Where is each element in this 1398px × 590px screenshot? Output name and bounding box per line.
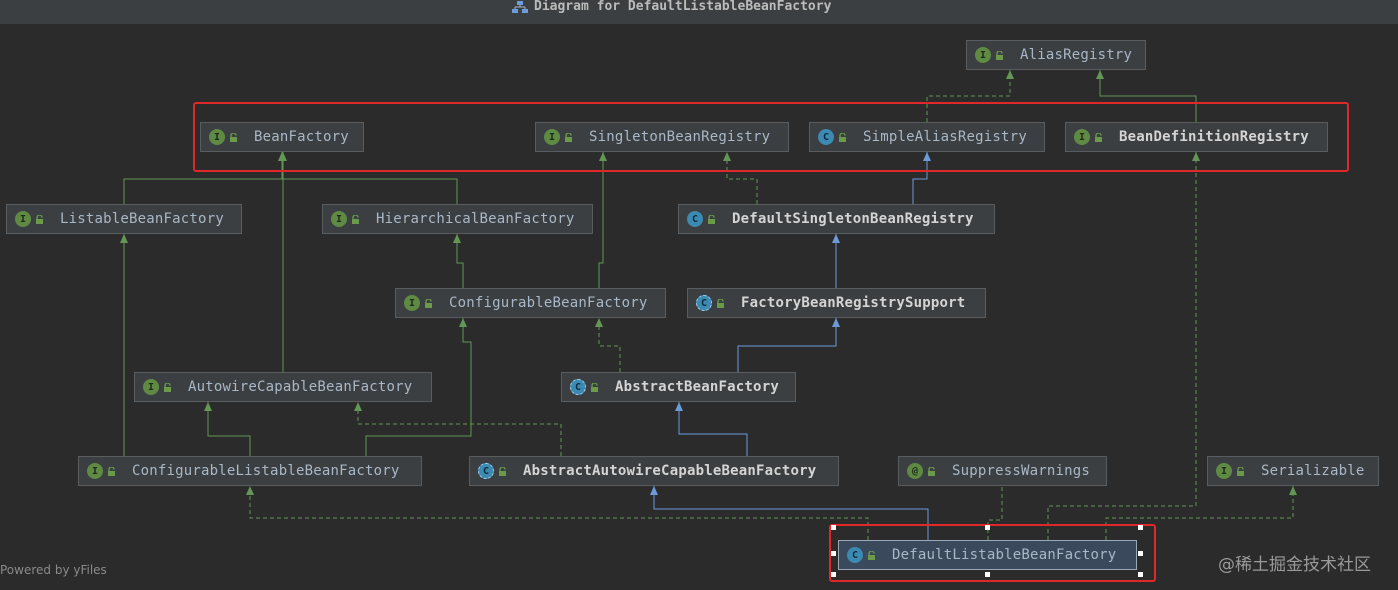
selection-handle[interactable]	[985, 525, 990, 530]
node-alias-registry[interactable]: I AliasRegistry	[966, 40, 1146, 70]
watermark: @稀土掘金技术社区	[1218, 555, 1371, 575]
edge-implements	[595, 318, 621, 372]
node-label: AliasRegistry	[1020, 47, 1133, 63]
edge-extends	[737, 318, 840, 372]
interface-icon: I	[975, 47, 991, 63]
node-suppress-warnings[interactable]: @ SuppressWarnings	[898, 456, 1107, 486]
node-label: ListableBeanFactory	[60, 211, 224, 227]
selection-handle[interactable]	[831, 551, 836, 556]
node-label: HierarchicalBeanFactory	[376, 211, 575, 227]
node-abstract-bean-factory[interactable]: C AbstractBeanFactory	[561, 372, 796, 402]
selection-handle[interactable]	[1138, 572, 1143, 577]
node-configurable-listable-bean-factory[interactable]: I ConfigurableListableBeanFactory	[78, 456, 422, 486]
public-access-icon	[107, 466, 117, 476]
selection-handle[interactable]	[1138, 525, 1143, 530]
abstract-icon: C	[696, 295, 712, 311]
node-listable-bean-factory[interactable]: I ListableBeanFactory	[6, 204, 242, 234]
selection-handle[interactable]	[1138, 551, 1143, 556]
edge-extends-interface	[279, 152, 287, 372]
abstract-icon: C	[478, 463, 494, 479]
node-label: AutowireCapableBeanFactory	[188, 379, 413, 395]
public-access-icon	[424, 298, 434, 308]
public-access-icon	[163, 382, 173, 392]
diagram-title: Diagram for DefaultListableBeanFactory	[534, 0, 832, 14]
edge-implements	[246, 486, 869, 540]
selection-handle[interactable]	[831, 572, 836, 577]
node-label: FactoryBeanRegistrySupport	[741, 295, 966, 311]
interface-icon: I	[143, 379, 159, 395]
diagram-icon	[512, 1, 528, 13]
interface-icon: I	[1216, 463, 1232, 479]
edge-extends-interface	[204, 402, 251, 456]
diagram-canvas[interactable]: I AliasRegistry I BeanFactory I SingletonBean…	[0, 24, 1398, 590]
edge-extends-interface	[598, 152, 607, 288]
edge-extends	[675, 402, 748, 456]
node-configurable-bean-factory[interactable]: I ConfigurableBeanFactory	[395, 288, 666, 318]
public-access-icon	[498, 466, 508, 476]
node-factory-bean-registry-support[interactable]: C FactoryBeanRegistrySupport	[687, 288, 986, 318]
powered-by-label: Powered by yFiles	[0, 563, 107, 577]
edge-extends-interface	[120, 234, 128, 456]
selection-handle[interactable]	[985, 572, 990, 577]
public-access-icon	[995, 50, 1005, 60]
top-interfaces-highlight	[193, 102, 1349, 172]
node-abstract-autowire-capable-bean-factory[interactable]: C AbstractAutowireCapableBeanFactory	[469, 456, 839, 486]
node-label: Serializable	[1261, 463, 1365, 479]
public-access-icon	[927, 466, 937, 476]
class-icon: C	[687, 211, 703, 227]
node-serializable[interactable]: I Serializable	[1207, 456, 1379, 486]
abstract-icon: C	[570, 379, 586, 395]
node-label: AbstractBeanFactory	[615, 379, 779, 395]
edge-implements	[354, 402, 562, 456]
edge-extends-interface	[453, 234, 464, 288]
node-label: DefaultSingletonBeanRegistry	[732, 211, 974, 227]
node-label: SuppressWarnings	[952, 463, 1091, 479]
interface-icon: I	[404, 295, 420, 311]
public-access-icon	[590, 382, 600, 392]
public-access-icon	[1236, 466, 1246, 476]
public-access-icon	[707, 214, 717, 224]
interface-icon: I	[87, 463, 103, 479]
selected-class-highlight	[829, 524, 1156, 582]
node-hierarchical-bean-factory[interactable]: I HierarchicalBeanFactory	[322, 204, 593, 234]
selection-handle[interactable]	[831, 525, 836, 530]
node-autowire-capable-bean-factory[interactable]: I AutowireCapableBeanFactory	[134, 372, 432, 402]
edge-extends	[832, 234, 840, 288]
node-default-singleton-bean-registry[interactable]: C DefaultSingletonBeanRegistry	[678, 204, 995, 234]
interface-icon: I	[331, 211, 347, 227]
public-access-icon	[35, 214, 45, 224]
annotation-icon: @	[907, 463, 923, 479]
node-label: ConfigurableListableBeanFactory	[132, 463, 400, 479]
public-access-icon	[351, 214, 361, 224]
node-label: ConfigurableBeanFactory	[449, 295, 648, 311]
diagram-title-bar: Diagram for DefaultListableBeanFactory	[0, 0, 1398, 25]
node-label: AbstractAutowireCapableBeanFactory	[523, 463, 817, 479]
public-access-icon	[716, 298, 726, 308]
interface-icon: I	[15, 211, 31, 227]
